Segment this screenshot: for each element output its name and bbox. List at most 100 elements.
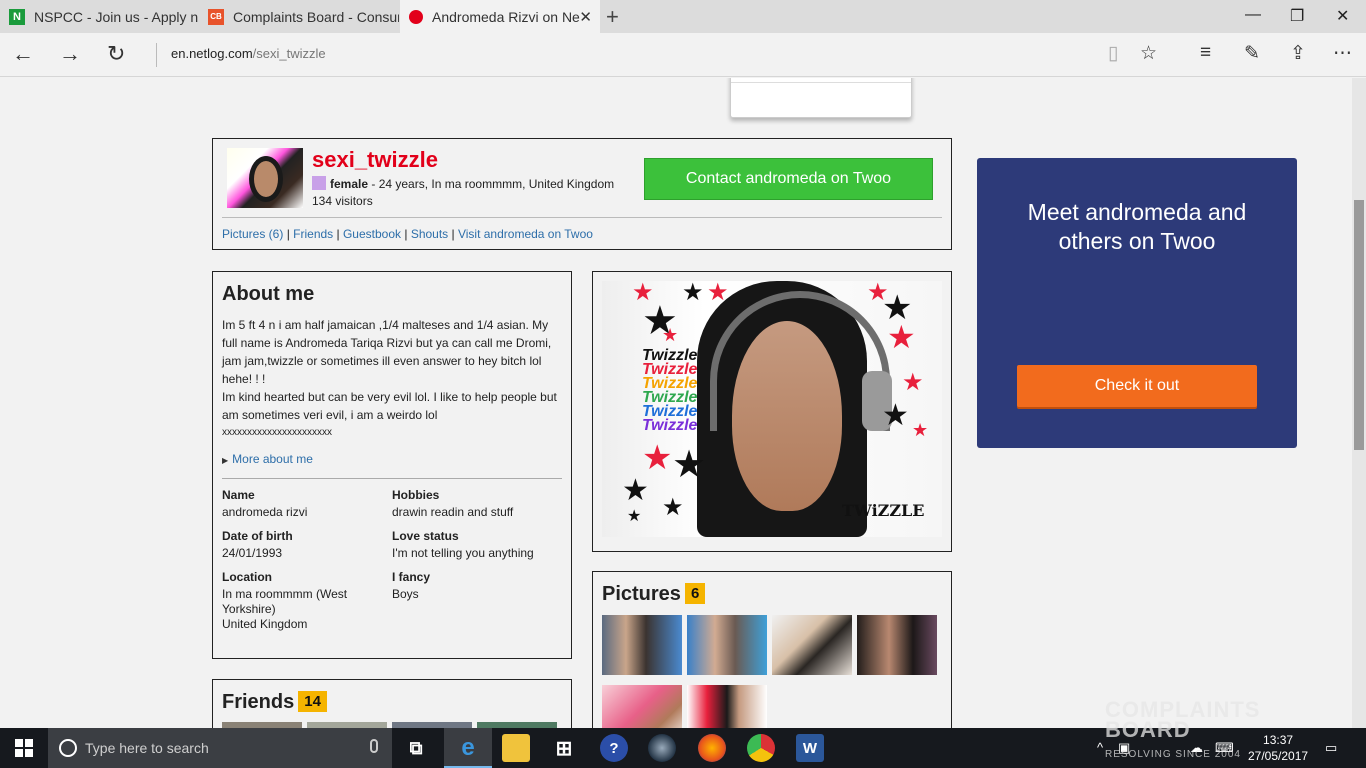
- file-explorer-icon[interactable]: [502, 734, 530, 762]
- picture-thumbnail[interactable]: [602, 685, 682, 728]
- contact-on-twoo-button[interactable]: Contact andromeda on Twoo: [644, 158, 933, 200]
- star-icon: ★: [682, 281, 704, 306]
- field-value: 24/01/1993: [222, 546, 283, 560]
- edge-browser-icon[interactable]: e: [454, 734, 482, 762]
- help-app-icon[interactable]: ?: [600, 734, 628, 762]
- reading-view-icon[interactable]: ▯: [1108, 42, 1118, 65]
- link-shouts[interactable]: Shouts: [411, 227, 448, 241]
- complaints-board-watermark: COMPLAINTS BOARD RESOLVING SINCE 2004: [1105, 699, 1260, 765]
- field-value: Yorkshire): [222, 602, 276, 616]
- url-path: /sexi_twizzle: [252, 46, 326, 61]
- word-icon[interactable]: W: [796, 734, 824, 762]
- tab-title: NSPCC - Join us - Apply no: [34, 8, 198, 25]
- nspcc-favicon-icon: N: [9, 8, 25, 25]
- watermark-tagline: RESOLVING SINCE 2004: [1105, 749, 1241, 760]
- minimize-icon[interactable]: —: [1245, 6, 1261, 24]
- windows-logo-icon: [15, 739, 33, 757]
- field-hobbies: Hobbies drawin readin and stuff: [392, 488, 513, 520]
- address-separator: [156, 43, 157, 67]
- friends-count-badge: 14: [298, 691, 327, 712]
- tab-complaints-board[interactable]: CB Complaints Board - Consum: [199, 0, 399, 33]
- profile-gender: female: [330, 177, 369, 191]
- taskbar-search-box[interactable]: Type here to search: [48, 728, 392, 768]
- close-tab-icon[interactable]: ✕: [579, 8, 592, 26]
- restore-icon[interactable]: ❐: [1290, 6, 1304, 26]
- url-domain: en.netlog.com: [171, 46, 253, 61]
- show-hidden-icons-chevron[interactable]: ^: [1097, 740, 1103, 755]
- link-guestbook[interactable]: Guestbook: [343, 227, 401, 241]
- new-tab-icon[interactable]: +: [606, 4, 619, 30]
- complaints-board-favicon-icon: CB: [208, 8, 224, 25]
- pictures-title-label: Pictures: [602, 583, 681, 605]
- dropdown-popup: [730, 78, 912, 118]
- url-field[interactable]: en.netlog.com/sexi_twizzle: [171, 46, 326, 61]
- twizzle-text: Twizzle: [642, 417, 698, 434]
- field-name: Name andromeda rizvi: [222, 488, 307, 520]
- globe-app-icon[interactable]: [648, 734, 676, 762]
- address-bar-row: ← → ↻ en.netlog.com/sexi_twizzle ▯ ☆ ≡ ✎…: [0, 33, 1366, 77]
- friends-title-label: Friends: [222, 691, 295, 713]
- field-label: Hobbies: [392, 488, 440, 502]
- twoo-title: Meet andromeda and others on Twoo: [977, 198, 1297, 256]
- star-icon: ★: [622, 474, 649, 507]
- about-title: About me: [222, 283, 315, 305]
- picture-thumbnail[interactable]: [687, 615, 767, 675]
- firefox-icon[interactable]: [698, 734, 726, 762]
- field-label: Location: [222, 570, 272, 584]
- notifications-icon[interactable]: ▭: [1325, 740, 1337, 756]
- scrollbar-thumb[interactable]: [1354, 200, 1364, 450]
- tab-title: Andromeda Rizvi on Ne: [432, 8, 580, 25]
- link-visit-twoo[interactable]: Visit andromeda on Twoo: [458, 227, 593, 241]
- more-menu-icon[interactable]: ⋯: [1333, 42, 1352, 65]
- more-about-me-link[interactable]: ▶ More about me: [222, 452, 313, 466]
- web-note-icon[interactable]: ✎: [1244, 42, 1260, 65]
- refresh-icon[interactable]: ↻: [107, 41, 125, 67]
- field-value: United Kingdom: [222, 617, 308, 631]
- check-it-out-button[interactable]: Check it out: [1017, 365, 1257, 407]
- field-i-fancy: I fancy Boys: [392, 570, 430, 602]
- main-profile-photo[interactable]: ★ ★ ★ ★ ★ ★ ★ ★ ★ ★ ★ ★ ★ ★ ★ ★ Twizzle …: [602, 281, 942, 537]
- microphone-icon[interactable]: [370, 739, 378, 753]
- window-close-icon[interactable]: ✕: [1336, 6, 1349, 26]
- field-love-status: Love status I'm not telling you anything: [392, 529, 534, 561]
- tab-nspcc[interactable]: N NSPCC - Join us - Apply no: [0, 0, 198, 33]
- picture-thumbnail[interactable]: [857, 615, 937, 675]
- pictures-panel: Pictures 6: [592, 571, 952, 728]
- friends-title[interactable]: Friends 14: [222, 691, 327, 714]
- profile-details: - 24 years, In ma roommmm, United Kingdo…: [368, 177, 615, 191]
- profile-visitors: 134 visitors: [312, 194, 373, 208]
- store-icon[interactable]: ⊞: [550, 734, 578, 762]
- about-paragraph-2: Im kind hearted but can be very evil lol…: [222, 390, 557, 422]
- hub-icon[interactable]: ≡: [1200, 42, 1211, 64]
- link-pictures[interactable]: Pictures (6): [222, 227, 283, 241]
- pictures-title[interactable]: Pictures 6: [602, 583, 706, 606]
- field-label: I fancy: [392, 570, 431, 584]
- profile-avatar[interactable]: [227, 148, 303, 208]
- about-divider: [222, 478, 562, 479]
- star-icon: ★: [627, 508, 642, 525]
- picture-thumbnail[interactable]: [687, 685, 767, 728]
- back-arrow-icon[interactable]: ←: [12, 41, 34, 67]
- picture-thumbnail[interactable]: [772, 615, 852, 675]
- forward-arrow-icon[interactable]: →: [59, 41, 81, 67]
- share-icon[interactable]: ⇪: [1290, 42, 1306, 65]
- cortana-circle-icon: [59, 739, 77, 757]
- start-button[interactable]: [0, 728, 48, 768]
- picture-thumbnail[interactable]: [602, 615, 682, 675]
- about-paragraph-1: Im 5 ft 4 n i am half jamaican ,1/4 malt…: [222, 318, 552, 386]
- star-icon: ★: [882, 399, 909, 432]
- star-icon: ★: [672, 444, 707, 486]
- star-icon: ★: [887, 319, 916, 355]
- popup-divider: [731, 82, 911, 83]
- field-location: Location In ma roommmm (West Yorkshire) Uni…: [222, 570, 347, 632]
- chrome-icon[interactable]: [747, 734, 775, 762]
- twoo-advert: Meet andromeda and others on Twoo Check i…: [977, 158, 1297, 448]
- search-placeholder: Type here to search: [85, 740, 209, 756]
- field-value: I'm not telling you anything: [392, 546, 534, 560]
- task-view-icon[interactable]: ⧉: [402, 734, 430, 762]
- link-friends[interactable]: Friends: [293, 227, 333, 241]
- profile-username[interactable]: sexi_twizzle: [312, 147, 438, 173]
- tab-netlog-active[interactable]: Andromeda Rizvi on Ne ✕: [400, 0, 600, 33]
- field-label: Date of birth: [222, 529, 293, 543]
- favorite-star-icon[interactable]: ☆: [1140, 42, 1157, 65]
